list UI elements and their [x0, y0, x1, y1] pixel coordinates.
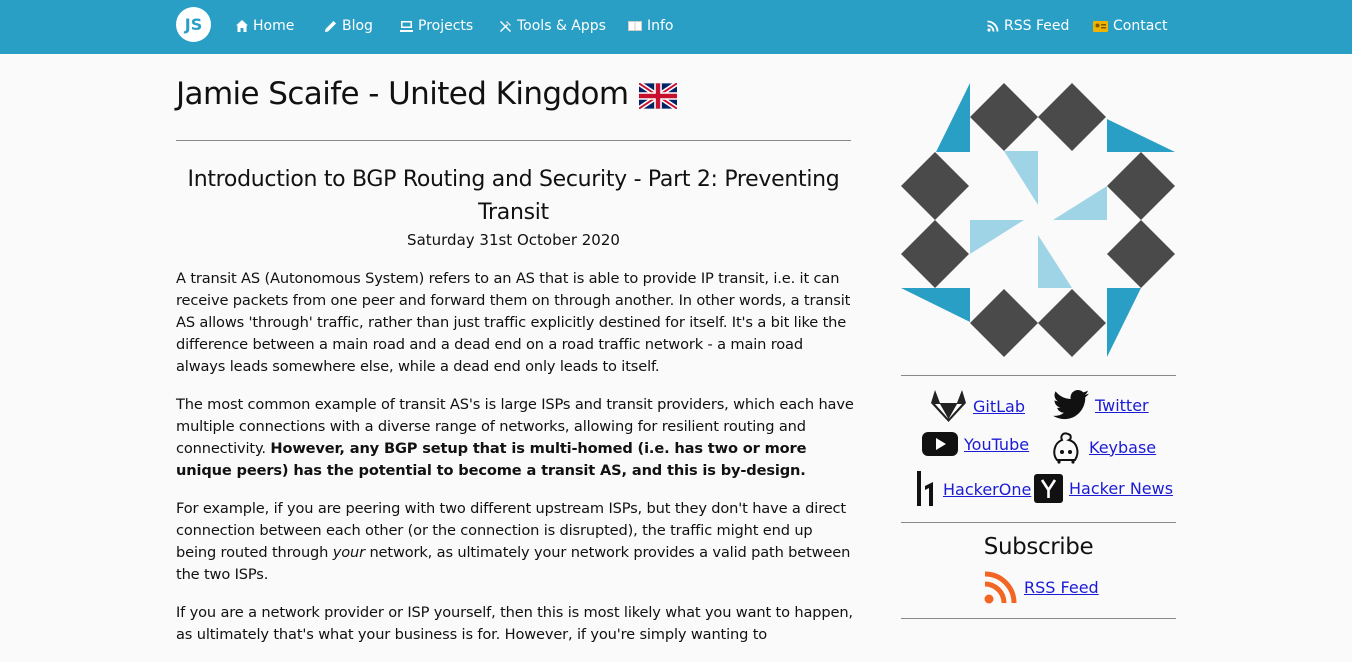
book-icon: [628, 21, 642, 31]
twitter-icon: [1053, 389, 1089, 420]
subscribe-rss-link[interactable]: RSS Feed: [984, 570, 1099, 604]
article-body: A transit AS (Autonomous System) refers …: [176, 268, 856, 662]
nav-tools[interactable]: Tools & Apps: [499, 16, 606, 36]
triangle-shape: [1053, 186, 1107, 220]
house-icon: [236, 19, 248, 32]
gitlab-icon: [931, 390, 966, 422]
youtube-link-text[interactable]: YouTube: [964, 435, 1029, 454]
post-title: Introduction to BGP Routing and Security…: [187, 167, 840, 225]
hackernews-icon: [1034, 474, 1063, 503]
nav-blog[interactable]: Blog: [324, 16, 373, 36]
triangle-shape: [970, 220, 1024, 254]
nav-home-label: Home: [253, 18, 295, 34]
nav-contact[interactable]: Contact: [1093, 16, 1167, 36]
hackerone-link-text[interactable]: HackerOne: [943, 480, 1031, 499]
sidebar-divider: [901, 522, 1176, 523]
page-title: Jamie Scaife - United Kingdom: [176, 76, 678, 112]
subscribe-heading: Subscribe: [983, 534, 1094, 560]
nav-rss-label: RSS Feed: [1004, 18, 1070, 34]
paragraph: For example, if you are peering with two…: [176, 498, 856, 586]
hackerone-link[interactable]: HackerOne: [915, 471, 1031, 507]
diamond-shape: [1107, 220, 1175, 288]
tools-icon: [500, 20, 511, 32]
hackernews-link[interactable]: Hacker News: [1034, 474, 1173, 503]
nav-home[interactable]: Home: [236, 16, 294, 36]
nav-projects[interactable]: Projects: [400, 16, 473, 36]
id-card-icon: [1093, 20, 1108, 32]
youtube-icon: [922, 432, 958, 456]
keybase-link-text[interactable]: Keybase: [1089, 438, 1156, 457]
diamond-shape: [1107, 152, 1175, 220]
subscribe-rss-link-text[interactable]: RSS Feed: [1024, 578, 1099, 597]
diamond-shape: [970, 289, 1038, 357]
keybase-icon: [1053, 432, 1079, 464]
paragraph: If you are a network provider or ISP you…: [176, 604, 853, 643]
nav-tools-label: Tools & Apps: [517, 18, 606, 34]
keybase-link[interactable]: Keybase: [1049, 430, 1156, 464]
rss-icon: [987, 20, 999, 32]
title-divider: [176, 140, 851, 141]
paragraph: A transit AS (Autonomous System) refers …: [176, 270, 851, 375]
computer-icon: [400, 20, 413, 32]
diamond-shape: [901, 220, 969, 288]
triangle-shape: [1038, 235, 1072, 288]
paragraph-italic-text: your: [332, 544, 365, 561]
sidebar-divider: [901, 375, 1176, 376]
nav-rss[interactable]: RSS Feed: [987, 16, 1069, 36]
rss-icon: [984, 571, 1017, 604]
nav-blog-label: Blog: [342, 18, 373, 34]
nav-info[interactable]: Info: [628, 16, 674, 36]
uk-flag-icon: [637, 81, 678, 111]
pencil-icon: [325, 20, 336, 32]
diamond-shape: [1038, 289, 1106, 357]
identicon-logo: [901, 83, 1175, 357]
triangle-shape: [1004, 151, 1038, 205]
sidebar-divider: [901, 618, 1176, 619]
twitter-link[interactable]: Twitter: [1053, 389, 1149, 421]
twitter-link-text[interactable]: Twitter: [1095, 396, 1149, 415]
youtube-link[interactable]: YouTube: [922, 431, 1029, 457]
gitlab-link-text[interactable]: GitLab: [973, 397, 1025, 416]
diamond-shape: [901, 152, 969, 220]
triangle-shape: [936, 83, 970, 152]
paragraph-bold-text: However, any BGP setup that is multi-hom…: [176, 440, 807, 479]
diamond-shape: [1038, 83, 1106, 151]
paragraph: The most common example of transit AS's …: [176, 394, 856, 482]
post-date: Saturday 31st October 2020: [407, 231, 620, 249]
triangle-shape: [1107, 119, 1175, 152]
gitlab-link[interactable]: GitLab: [930, 389, 1025, 423]
nav-contact-label: Contact: [1113, 18, 1168, 34]
site-logo[interactable]: JS: [176, 7, 211, 42]
nav-info-label: Info: [647, 18, 674, 34]
nav-projects-label: Projects: [418, 18, 474, 34]
diamond-shape: [970, 83, 1038, 151]
triangle-shape: [901, 288, 970, 322]
hackernews-link-text[interactable]: Hacker News: [1069, 479, 1173, 498]
page-title-text: Jamie Scaife - United Kingdom: [176, 76, 629, 112]
hackerone-icon: [917, 471, 933, 506]
triangle-shape: [1107, 288, 1141, 357]
